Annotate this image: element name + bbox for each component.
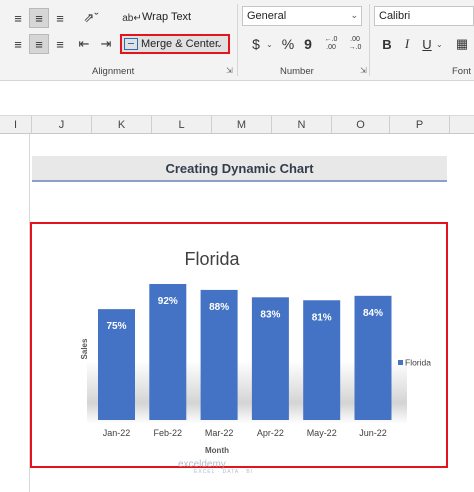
orientation-icon[interactable]: ⇗ˇ bbox=[78, 8, 104, 28]
alignment-group-label: Alignment bbox=[92, 66, 135, 77]
font-group-label: Font bbox=[452, 66, 472, 77]
increase-indent-icon[interactable]: ⇥ bbox=[96, 34, 116, 54]
column-header[interactable]: M bbox=[212, 116, 272, 133]
bold-button[interactable]: B bbox=[377, 34, 397, 54]
number-group-label: Number bbox=[280, 66, 314, 77]
alignment-dialog-launcher-icon[interactable]: ⇲ bbox=[226, 66, 233, 75]
y-axis-label: Sales bbox=[80, 338, 89, 359]
align-right-icon[interactable]: ≡ bbox=[50, 34, 70, 54]
bar-chart: Florida Sales Month 75% Jan-22 92% Feb-22 88… bbox=[80, 249, 431, 455]
sheet-banner-title: Creating Dynamic Chart bbox=[32, 156, 447, 182]
column-header[interactable]: K bbox=[92, 116, 152, 133]
formula-bar-area bbox=[0, 81, 474, 116]
column-header[interactable]: I bbox=[0, 116, 32, 133]
group-divider bbox=[237, 4, 238, 76]
x-tick-label: Jun-22 bbox=[359, 428, 387, 438]
wrap-text-button[interactable]: Wrap Text bbox=[142, 11, 191, 23]
number-format-select[interactable]: General ⌄ bbox=[242, 6, 362, 26]
column-header[interactable]: N bbox=[272, 116, 332, 133]
merge-icon bbox=[124, 38, 138, 50]
legend-label: Florida bbox=[405, 358, 431, 368]
chart-title: Florida bbox=[184, 249, 240, 269]
data-label: 75% bbox=[106, 321, 126, 332]
align-center-icon[interactable]: ≡ bbox=[29, 34, 49, 54]
x-tick-label: Feb-22 bbox=[154, 428, 183, 438]
column-header[interactable]: J bbox=[32, 116, 92, 133]
merge-center-label: Merge & Center bbox=[141, 38, 219, 50]
currency-button[interactable]: $ bbox=[246, 34, 266, 54]
merge-center-button[interactable]: Merge & Center ⌄ bbox=[120, 34, 230, 54]
watermark-tagline: EXCEL · DATA · BI bbox=[194, 469, 254, 475]
legend-swatch bbox=[398, 360, 403, 365]
column-header[interactable]: P bbox=[390, 116, 450, 133]
x-axis-label: Month bbox=[205, 446, 229, 455]
chevron-down-icon[interactable]: ⌄ bbox=[266, 40, 273, 49]
align-top-icon[interactable]: ≡ bbox=[8, 8, 28, 28]
x-tick-label: Jan-22 bbox=[103, 428, 131, 438]
ribbon: ≡ ≡ ≡ ⇗ˇ ab↵ Wrap Text ≡ ≡ ≡ ⇤ ⇥ Merge &… bbox=[0, 0, 474, 81]
data-label: 84% bbox=[363, 308, 383, 319]
percent-button[interactable]: % bbox=[278, 34, 298, 54]
underline-button[interactable]: U bbox=[417, 34, 437, 54]
column-header[interactable]: O bbox=[332, 116, 390, 133]
column-headers: I J K L M N O P bbox=[0, 116, 474, 134]
align-middle-icon[interactable]: ≡ bbox=[29, 8, 49, 28]
data-label: 88% bbox=[209, 302, 229, 313]
increase-decimal-button[interactable]: ←.0 .00 bbox=[320, 34, 342, 54]
chevron-down-icon: ⌄ bbox=[350, 10, 358, 20]
chevron-down-icon[interactable]: ⌄ bbox=[436, 40, 443, 49]
chart-object[interactable]: Florida Sales Month 75% Jan-22 92% Feb-22 88… bbox=[30, 222, 448, 468]
decrease-indent-icon[interactable]: ⇤ bbox=[74, 34, 94, 54]
align-left-icon[interactable]: ≡ bbox=[8, 34, 28, 54]
comma-style-button[interactable]: 9 bbox=[298, 34, 318, 54]
row-gutter bbox=[0, 134, 30, 492]
data-label: 92% bbox=[158, 296, 178, 307]
number-format-value: General bbox=[247, 10, 287, 22]
font-name-select[interactable]: Calibri bbox=[374, 6, 474, 26]
column-header[interactable]: L bbox=[152, 116, 212, 133]
data-label: 81% bbox=[312, 312, 332, 323]
x-tick-label: Apr-22 bbox=[257, 428, 284, 438]
exceldemy-watermark-logo: exceldemy EXCEL · DATA · BI bbox=[178, 459, 253, 475]
x-tick-label: Mar-22 bbox=[205, 428, 234, 438]
decrease-decimal-button[interactable]: .00 →.0 bbox=[344, 34, 366, 54]
borders-icon[interactable]: ▦ bbox=[452, 34, 472, 54]
align-bottom-icon[interactable]: ≡ bbox=[50, 8, 70, 28]
data-label: 83% bbox=[260, 309, 280, 320]
group-divider bbox=[369, 4, 370, 76]
chevron-down-icon[interactable]: ⌄ bbox=[215, 39, 223, 50]
x-tick-label: May-22 bbox=[307, 428, 337, 438]
number-dialog-launcher-icon[interactable]: ⇲ bbox=[360, 66, 367, 75]
italic-button[interactable]: I bbox=[397, 34, 417, 54]
wrap-text-icon[interactable]: ab↵ bbox=[122, 8, 142, 28]
font-name-value: Calibri bbox=[379, 10, 411, 22]
